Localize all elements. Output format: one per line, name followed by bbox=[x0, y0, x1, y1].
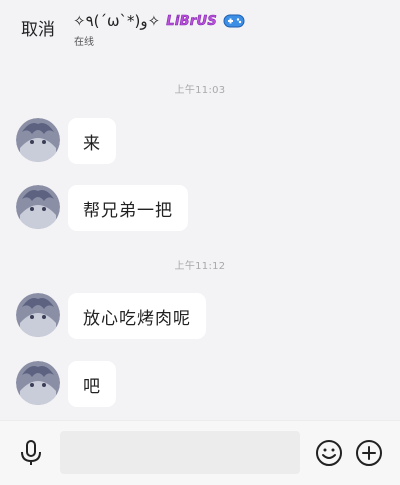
message-row: 吧 bbox=[16, 361, 116, 407]
contact-nickname[interactable]: ✧٩(ˊωˋ*)و✧ bbox=[73, 12, 160, 30]
message-input[interactable] bbox=[60, 431, 300, 474]
chat-header: 取消 ✧٩(ˊωˋ*)و✧ LiBrUS 在线 bbox=[0, 0, 400, 60]
chat-title: ✧٩(ˊωˋ*)و✧ LiBrUS bbox=[73, 12, 245, 30]
message-list[interactable]: 上午11:03 来 帮兄弟一把 上午11:12 放心吃烤肉呢 吧 bbox=[0, 60, 400, 420]
cancel-button[interactable]: 取消 bbox=[21, 15, 55, 40]
contact-avatar[interactable] bbox=[16, 293, 60, 337]
message-row: 放心吃烤肉呢 bbox=[16, 293, 206, 339]
vip-badge: LiBrUS bbox=[166, 13, 218, 29]
online-status: 在线 bbox=[74, 37, 94, 48]
timestamp: 上午11:12 bbox=[174, 261, 226, 272]
microphone-icon[interactable] bbox=[19, 440, 43, 466]
input-bar bbox=[0, 420, 400, 485]
message-row: 来 bbox=[16, 118, 116, 164]
gamepad-icon bbox=[223, 14, 245, 28]
plus-icon[interactable] bbox=[355, 439, 383, 467]
timestamp: 上午11:03 bbox=[174, 85, 226, 96]
contact-avatar[interactable] bbox=[16, 185, 60, 229]
message-bubble[interactable]: 来 bbox=[68, 118, 116, 164]
message-bubble[interactable]: 放心吃烤肉呢 bbox=[68, 293, 206, 339]
contact-avatar[interactable] bbox=[16, 118, 60, 162]
message-bubble[interactable]: 吧 bbox=[68, 361, 116, 407]
message-row: 帮兄弟一把 bbox=[16, 185, 188, 231]
contact-avatar[interactable] bbox=[16, 361, 60, 405]
emoji-icon[interactable] bbox=[315, 439, 343, 467]
message-bubble[interactable]: 帮兄弟一把 bbox=[68, 185, 188, 231]
